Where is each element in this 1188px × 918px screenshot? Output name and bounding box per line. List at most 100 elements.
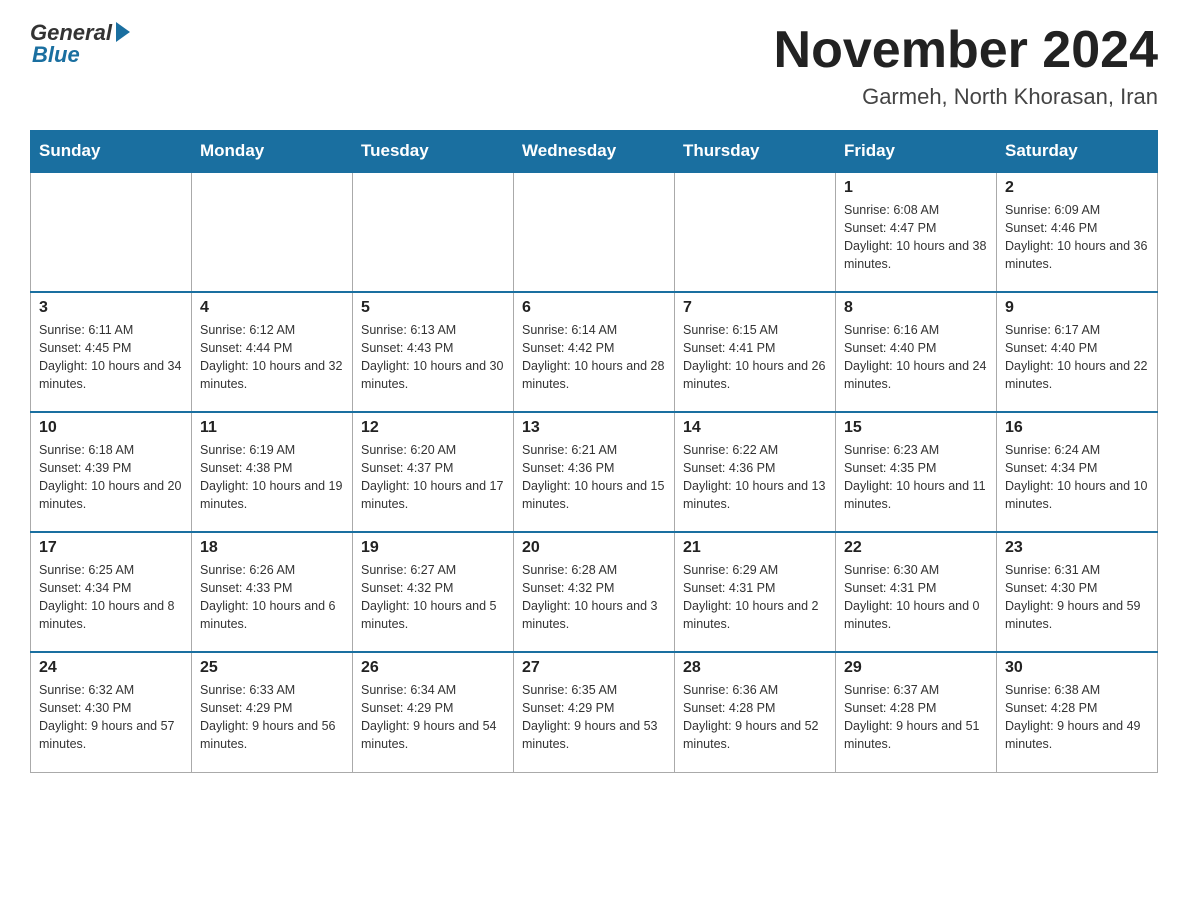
day-number: 1 xyxy=(844,179,988,197)
day-number: 3 xyxy=(39,299,183,317)
day-number: 24 xyxy=(39,659,183,677)
calendar-cell: 22Sunrise: 6:30 AMSunset: 4:31 PMDayligh… xyxy=(836,532,997,652)
day-number: 17 xyxy=(39,539,183,557)
day-info: Sunrise: 6:13 AMSunset: 4:43 PMDaylight:… xyxy=(361,321,505,394)
week-row-5: 24Sunrise: 6:32 AMSunset: 4:30 PMDayligh… xyxy=(31,652,1158,772)
calendar-cell: 28 Sunrise: 6:36 AMSunset: 4:28 PMDayligh… xyxy=(675,652,836,772)
day-info: Sunrise: 6:12 AMSunset: 4:44 PMDaylight:… xyxy=(200,321,344,394)
day-number: 30 xyxy=(1005,659,1149,677)
day-number: 19 xyxy=(361,539,505,557)
calendar-cell: 7 Sunrise: 6:15 AMSunset: 4:41 PMDaylight… xyxy=(675,292,836,412)
calendar-cell: 11 Sunrise: 6:19 AMSunset: 4:38 PMDayligh… xyxy=(192,412,353,532)
calendar-cell: 9 Sunrise: 6:17 AMSunset: 4:40 PMDaylight… xyxy=(997,292,1158,412)
day-info: Sunrise: 6:08 AMSunset: 4:47 PMDaylight:… xyxy=(844,201,988,274)
calendar-cell: 15 Sunrise: 6:23 AMSunset: 4:35 PMDayligh… xyxy=(836,412,997,532)
weekday-header-saturday: Saturday xyxy=(997,131,1158,173)
week-row-3: 10 Sunrise: 6:18 AMSunset: 4:39 PMDayligh… xyxy=(31,412,1158,532)
calendar-cell: 14Sunrise: 6:22 AMSunset: 4:36 PMDayligh… xyxy=(675,412,836,532)
weekday-header-wednesday: Wednesday xyxy=(514,131,675,173)
logo-blue-text: Blue xyxy=(32,42,80,68)
day-number: 11 xyxy=(200,419,344,437)
day-info: Sunrise: 6:15 AMSunset: 4:41 PMDaylight:… xyxy=(683,321,827,394)
day-info: Sunrise: 6:14 AMSunset: 4:42 PMDaylight:… xyxy=(522,321,666,394)
day-info: Sunrise: 6:18 AMSunset: 4:39 PMDaylight:… xyxy=(39,441,183,514)
month-title: November 2024 xyxy=(774,20,1158,80)
calendar-cell: 1 Sunrise: 6:08 AMSunset: 4:47 PMDaylight… xyxy=(836,172,997,292)
day-number: 9 xyxy=(1005,299,1149,317)
day-info: Sunrise: 6:25 AMSunset: 4:34 PMDaylight:… xyxy=(39,561,183,634)
logo: General Blue xyxy=(30,20,130,68)
day-info: Sunrise: 6:36 AMSunset: 4:28 PMDaylight:… xyxy=(683,681,827,754)
day-number: 7 xyxy=(683,299,827,317)
calendar-cell: 16Sunrise: 6:24 AMSunset: 4:34 PMDayligh… xyxy=(997,412,1158,532)
day-number: 26 xyxy=(361,659,505,677)
weekday-header-row: SundayMondayTuesdayWednesdayThursdayFrid… xyxy=(31,131,1158,173)
calendar-cell: 30Sunrise: 6:38 AMSunset: 4:28 PMDayligh… xyxy=(997,652,1158,772)
calendar-cell: 3 Sunrise: 6:11 AMSunset: 4:45 PMDaylight… xyxy=(31,292,192,412)
day-number: 18 xyxy=(200,539,344,557)
day-info: Sunrise: 6:09 AMSunset: 4:46 PMDaylight:… xyxy=(1005,201,1149,274)
calendar-cell: 21 Sunrise: 6:29 AMSunset: 4:31 PMDayligh… xyxy=(675,532,836,652)
day-number: 21 xyxy=(683,539,827,557)
day-info: Sunrise: 6:26 AMSunset: 4:33 PMDaylight:… xyxy=(200,561,344,634)
day-info: Sunrise: 6:17 AMSunset: 4:40 PMDaylight:… xyxy=(1005,321,1149,394)
day-info: Sunrise: 6:28 AMSunset: 4:32 PMDaylight:… xyxy=(522,561,666,634)
day-number: 4 xyxy=(200,299,344,317)
weekday-header-monday: Monday xyxy=(192,131,353,173)
calendar-cell: 24Sunrise: 6:32 AMSunset: 4:30 PMDayligh… xyxy=(31,652,192,772)
day-number: 25 xyxy=(200,659,344,677)
calendar-cell: 10 Sunrise: 6:18 AMSunset: 4:39 PMDayligh… xyxy=(31,412,192,532)
day-number: 13 xyxy=(522,419,666,437)
day-info: Sunrise: 6:29 AMSunset: 4:31 PMDaylight:… xyxy=(683,561,827,634)
day-info: Sunrise: 6:30 AMSunset: 4:31 PMDaylight:… xyxy=(844,561,988,634)
calendar-cell xyxy=(353,172,514,292)
calendar-cell: 20 Sunrise: 6:28 AMSunset: 4:32 PMDayligh… xyxy=(514,532,675,652)
day-info: Sunrise: 6:21 AMSunset: 4:36 PMDaylight:… xyxy=(522,441,666,514)
day-info: Sunrise: 6:22 AMSunset: 4:36 PMDaylight:… xyxy=(683,441,827,514)
calendar-cell xyxy=(675,172,836,292)
page-header: General Blue November 2024 Garmeh, North… xyxy=(30,20,1158,110)
calendar-cell: 2 Sunrise: 6:09 AMSunset: 4:46 PMDaylight… xyxy=(997,172,1158,292)
day-number: 23 xyxy=(1005,539,1149,557)
day-info: Sunrise: 6:34 AMSunset: 4:29 PMDaylight:… xyxy=(361,681,505,754)
day-info: Sunrise: 6:23 AMSunset: 4:35 PMDaylight:… xyxy=(844,441,988,514)
weekday-header-sunday: Sunday xyxy=(31,131,192,173)
day-number: 15 xyxy=(844,419,988,437)
day-number: 6 xyxy=(522,299,666,317)
week-row-2: 3 Sunrise: 6:11 AMSunset: 4:45 PMDaylight… xyxy=(31,292,1158,412)
calendar-cell: 17 Sunrise: 6:25 AMSunset: 4:34 PMDayligh… xyxy=(31,532,192,652)
day-info: Sunrise: 6:20 AMSunset: 4:37 PMDaylight:… xyxy=(361,441,505,514)
calendar-cell: 5 Sunrise: 6:13 AMSunset: 4:43 PMDaylight… xyxy=(353,292,514,412)
day-info: Sunrise: 6:16 AMSunset: 4:40 PMDaylight:… xyxy=(844,321,988,394)
logo-arrow-icon xyxy=(116,22,130,42)
day-number: 12 xyxy=(361,419,505,437)
calendar-cell: 13 Sunrise: 6:21 AMSunset: 4:36 PMDayligh… xyxy=(514,412,675,532)
weekday-header-tuesday: Tuesday xyxy=(353,131,514,173)
weekday-header-friday: Friday xyxy=(836,131,997,173)
day-number: 2 xyxy=(1005,179,1149,197)
day-info: Sunrise: 6:35 AMSunset: 4:29 PMDaylight:… xyxy=(522,681,666,754)
week-row-4: 17 Sunrise: 6:25 AMSunset: 4:34 PMDayligh… xyxy=(31,532,1158,652)
day-info: Sunrise: 6:11 AMSunset: 4:45 PMDaylight:… xyxy=(39,321,183,394)
week-row-1: 1 Sunrise: 6:08 AMSunset: 4:47 PMDaylight… xyxy=(31,172,1158,292)
calendar-cell: 18 Sunrise: 6:26 AMSunset: 4:33 PMDayligh… xyxy=(192,532,353,652)
calendar-cell xyxy=(192,172,353,292)
day-info: Sunrise: 6:33 AMSunset: 4:29 PMDaylight:… xyxy=(200,681,344,754)
calendar-cell: 25 Sunrise: 6:33 AMSunset: 4:29 PMDayligh… xyxy=(192,652,353,772)
calendar-cell: 26 Sunrise: 6:34 AMSunset: 4:29 PMDayligh… xyxy=(353,652,514,772)
day-info: Sunrise: 6:37 AMSunset: 4:28 PMDaylight:… xyxy=(844,681,988,754)
day-number: 16 xyxy=(1005,419,1149,437)
calendar-cell xyxy=(31,172,192,292)
day-info: Sunrise: 6:19 AMSunset: 4:38 PMDaylight:… xyxy=(200,441,344,514)
day-number: 10 xyxy=(39,419,183,437)
day-number: 5 xyxy=(361,299,505,317)
calendar-cell: 19 Sunrise: 6:27 AMSunset: 4:32 PMDayligh… xyxy=(353,532,514,652)
day-info: Sunrise: 6:27 AMSunset: 4:32 PMDaylight:… xyxy=(361,561,505,634)
calendar-cell: 12 Sunrise: 6:20 AMSunset: 4:37 PMDayligh… xyxy=(353,412,514,532)
weekday-header-thursday: Thursday xyxy=(675,131,836,173)
calendar-cell: 8Sunrise: 6:16 AMSunset: 4:40 PMDaylight… xyxy=(836,292,997,412)
day-info: Sunrise: 6:31 AMSunset: 4:30 PMDaylight:… xyxy=(1005,561,1149,634)
day-number: 28 xyxy=(683,659,827,677)
day-number: 20 xyxy=(522,539,666,557)
calendar-cell xyxy=(514,172,675,292)
